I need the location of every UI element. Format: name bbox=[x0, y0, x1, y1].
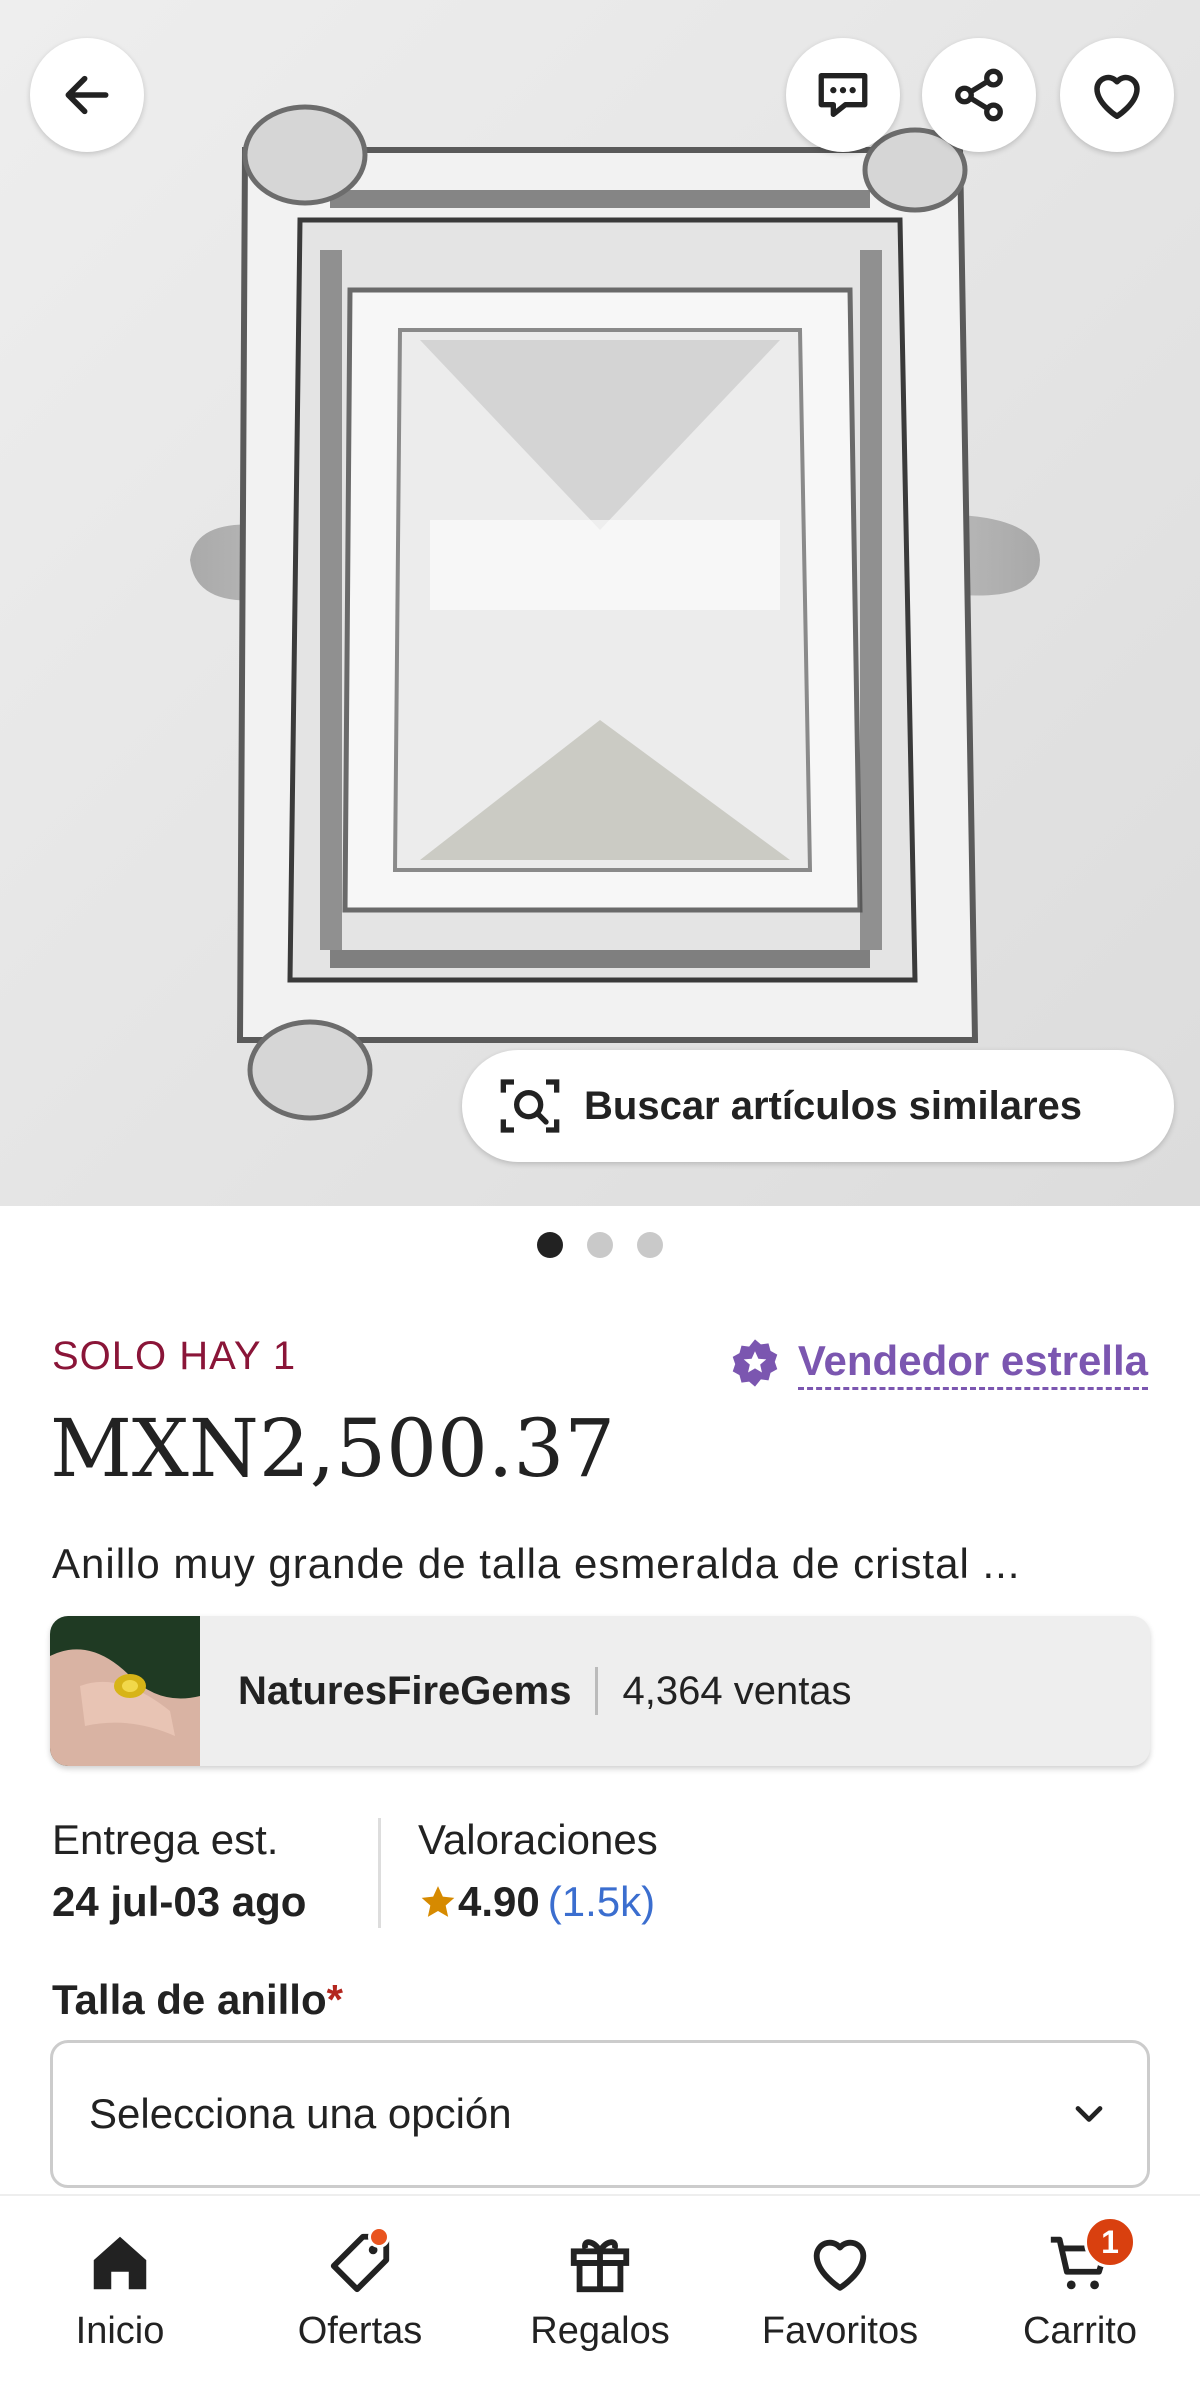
back-button[interactable] bbox=[30, 38, 144, 152]
product-title[interactable]: Anillo muy grande de talla esmeralda de … bbox=[52, 1540, 1152, 1588]
product-photo bbox=[0, 0, 1200, 1206]
stock-notice: SOLO HAY 1 bbox=[52, 1334, 297, 1378]
nav-label: Carrito bbox=[1022, 2310, 1138, 2352]
carousel-dot[interactable] bbox=[537, 1232, 563, 1258]
divider bbox=[595, 1667, 599, 1715]
search-similar-label: Buscar artículos similares bbox=[584, 1083, 1083, 1128]
shop-avatar bbox=[50, 1616, 200, 1766]
required-mark: * bbox=[326, 1976, 343, 2023]
delivery-estimate: Entrega est. 24 jul-03 ago bbox=[52, 1816, 306, 1926]
nav-item-carrito[interactable]: 1 Carrito bbox=[960, 2196, 1200, 2389]
bottom-navigation: Inicio Ofertas Regalos Favoritos 1 Carri… bbox=[0, 2194, 1200, 2389]
delivery-label: Entrega est. bbox=[52, 1816, 279, 1863]
visual-search-icon bbox=[500, 1079, 560, 1133]
heart-icon bbox=[1094, 74, 1140, 119]
product-price: MXN2,500.37 bbox=[50, 1402, 616, 1495]
cart-count-badge: 1 bbox=[1084, 2216, 1136, 2268]
ring-size-label-text: Talla de anillo bbox=[52, 1976, 327, 2023]
ring-size-placeholder: Selecciona una opción bbox=[89, 2090, 512, 2137]
notification-dot bbox=[368, 2226, 390, 2248]
share-icon bbox=[955, 68, 1003, 122]
nav-label: Ofertas bbox=[297, 2310, 423, 2352]
divider bbox=[378, 1818, 381, 1928]
star-seller-icon bbox=[732, 1339, 778, 1387]
star-seller-label: Vendedor estrella bbox=[797, 1337, 1148, 1390]
nav-item-ofertas[interactable]: Ofertas bbox=[240, 2196, 480, 2389]
chat-bubble-icon bbox=[818, 73, 868, 117]
star-icon bbox=[421, 1886, 455, 1917]
rating-count-link[interactable]: (1.5k) bbox=[548, 1878, 655, 1926]
share-button[interactable] bbox=[922, 38, 1036, 152]
ratings-value: 4.90 (1.5k) bbox=[418, 1878, 658, 1926]
nav-item-regalos[interactable]: Regalos bbox=[480, 2196, 720, 2389]
chevron-down-icon bbox=[1075, 2106, 1103, 2122]
shop-sales-count: 4,364 ventas bbox=[622, 1668, 852, 1713]
ring-size-label: Talla de anillo* bbox=[52, 1976, 343, 2024]
delivery-dates: 24 jul-03 ago bbox=[52, 1878, 307, 1925]
carousel-indicator bbox=[0, 1232, 1200, 1258]
carousel-dot[interactable] bbox=[587, 1232, 613, 1258]
ring-size-select[interactable]: Selecciona una opción bbox=[50, 2040, 1150, 2188]
star-seller-badge[interactable]: Vendedor estrella bbox=[728, 1336, 1148, 1390]
heart-icon bbox=[813, 2239, 867, 2291]
arrow-left-icon bbox=[65, 75, 109, 115]
nav-label: Regalos bbox=[530, 2310, 670, 2352]
search-similar-button[interactable]: Buscar artículos similares bbox=[462, 1050, 1174, 1162]
nav-label: Favoritos bbox=[761, 2310, 919, 2352]
nav-label: Inicio bbox=[75, 2310, 165, 2352]
favorite-button[interactable] bbox=[1060, 38, 1174, 152]
shop-card[interactable]: NaturesFireGems 4,364 ventas bbox=[50, 1616, 1150, 1766]
product-image-gallery[interactable]: Buscar artículos similares bbox=[0, 0, 1200, 1206]
home-icon bbox=[93, 2236, 147, 2290]
rating-score: 4.90 bbox=[458, 1878, 540, 1925]
gift-icon bbox=[570, 2239, 630, 2293]
ratings-label: Valoraciones bbox=[418, 1816, 658, 1863]
ratings-summary[interactable]: Valoraciones 4.90 (1.5k) bbox=[418, 1816, 658, 1926]
nav-item-favoritos[interactable]: Favoritos bbox=[720, 2196, 960, 2389]
shop-name: NaturesFireGems bbox=[238, 1668, 572, 1713]
nav-item-inicio[interactable]: Inicio bbox=[0, 2196, 240, 2389]
message-seller-button[interactable] bbox=[786, 38, 900, 152]
carousel-dot[interactable] bbox=[637, 1232, 663, 1258]
